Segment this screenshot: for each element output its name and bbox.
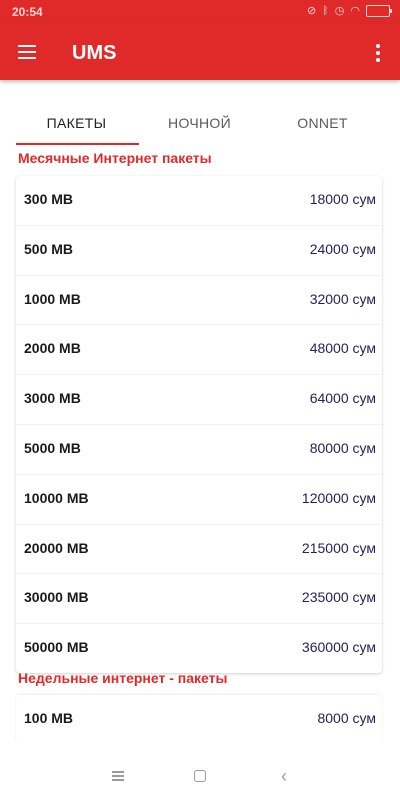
package-size: 5000 MB: [24, 439, 81, 456]
status-bar: 20:54 ⊘ ᛒ ◷ ◠: [0, 0, 400, 24]
package-size: 1000 MB: [24, 290, 81, 307]
package-size: 2000 MB: [24, 340, 81, 357]
app-title: UMS: [72, 42, 117, 64]
package-size: 20000 MB: [24, 539, 89, 556]
package-price: 24000 сум: [309, 240, 376, 257]
monthly-section-title: Месячные Интернет пакеты: [18, 150, 212, 166]
package-row[interactable]: 500 MB 24000 сум: [16, 226, 382, 276]
system-nav-bar: ‹: [0, 752, 400, 800]
battery-icon: [366, 4, 392, 17]
wifi-icon: ◠: [350, 5, 360, 17]
package-row[interactable]: 1000 MB 32000 сум: [16, 276, 382, 326]
app-bar: UMS: [0, 24, 400, 80]
status-time: 20:54: [12, 5, 43, 19]
tab-packages[interactable]: ПАКЕТЫ: [10, 100, 143, 146]
status-icons: ⊘ ᛒ ◷ ◠: [306, 4, 392, 17]
package-price: 18000 сум: [309, 191, 376, 207]
package-price: 48000 сум: [309, 340, 376, 357]
tab-bar: ПАКЕТЫ НОЧНОЙ ONNET: [0, 100, 400, 146]
package-row[interactable]: 20000 MB 215000 сум: [16, 525, 382, 575]
package-size: 100 MB: [24, 710, 74, 726]
package-row[interactable]: 5000 MB 80000 сум: [16, 425, 382, 475]
monthly-packages-card: 300 MB 18000 сум 500 MB 24000 сум 1000 MB 3…: [16, 176, 382, 673]
package-size: 500 MB: [24, 240, 74, 257]
package-size: 300 MB: [24, 191, 74, 207]
package-price: 215000 сум: [301, 539, 376, 556]
alarm-icon: ◷: [334, 5, 345, 17]
package-row[interactable]: 10000 MB 120000 сум: [16, 475, 382, 525]
recent-apps-icon[interactable]: [106, 766, 130, 786]
package-price: 64000 сум: [309, 390, 376, 407]
package-row[interactable]: 100 MB 8000 сум: [16, 695, 382, 744]
more-options-icon[interactable]: [368, 42, 388, 64]
home-icon[interactable]: [194, 770, 206, 782]
weekly-packages-card: 100 MB 8000 сум: [16, 695, 382, 744]
package-row[interactable]: 2000 MB 48000 сум: [16, 325, 382, 376]
package-price: 120000 сум: [301, 489, 376, 506]
package-price: 80000 сум: [309, 439, 376, 456]
package-row[interactable]: 50000 MB 360000 сум: [16, 624, 382, 673]
package-price: 8000 сум: [317, 710, 376, 726]
package-row[interactable]: 3000 MB 64000 сум: [16, 375, 382, 425]
bluetooth-icon: ᛒ: [322, 4, 329, 17]
package-price: 235000 сум: [301, 589, 376, 606]
menu-icon[interactable]: [14, 40, 42, 64]
mute-icon: ⊘: [306, 5, 317, 17]
tab-night[interactable]: НОЧНОЙ: [133, 100, 266, 146]
weekly-section-title: Недельные интернет - пакеты: [18, 670, 228, 686]
package-size: 30000 MB: [24, 589, 89, 606]
package-row[interactable]: 300 MB 18000 сум: [16, 176, 382, 226]
package-price: 360000 сум: [301, 639, 376, 656]
package-size: 3000 MB: [24, 390, 81, 407]
package-row[interactable]: 30000 MB 235000 сум: [16, 574, 382, 625]
package-size: 50000 MB: [24, 639, 89, 656]
package-size: 10000 MB: [24, 489, 89, 506]
tab-onnet[interactable]: ONNET: [256, 100, 389, 146]
tab-indicator: [16, 143, 139, 145]
back-icon[interactable]: ‹: [272, 766, 296, 786]
package-price: 32000 сум: [309, 290, 376, 307]
